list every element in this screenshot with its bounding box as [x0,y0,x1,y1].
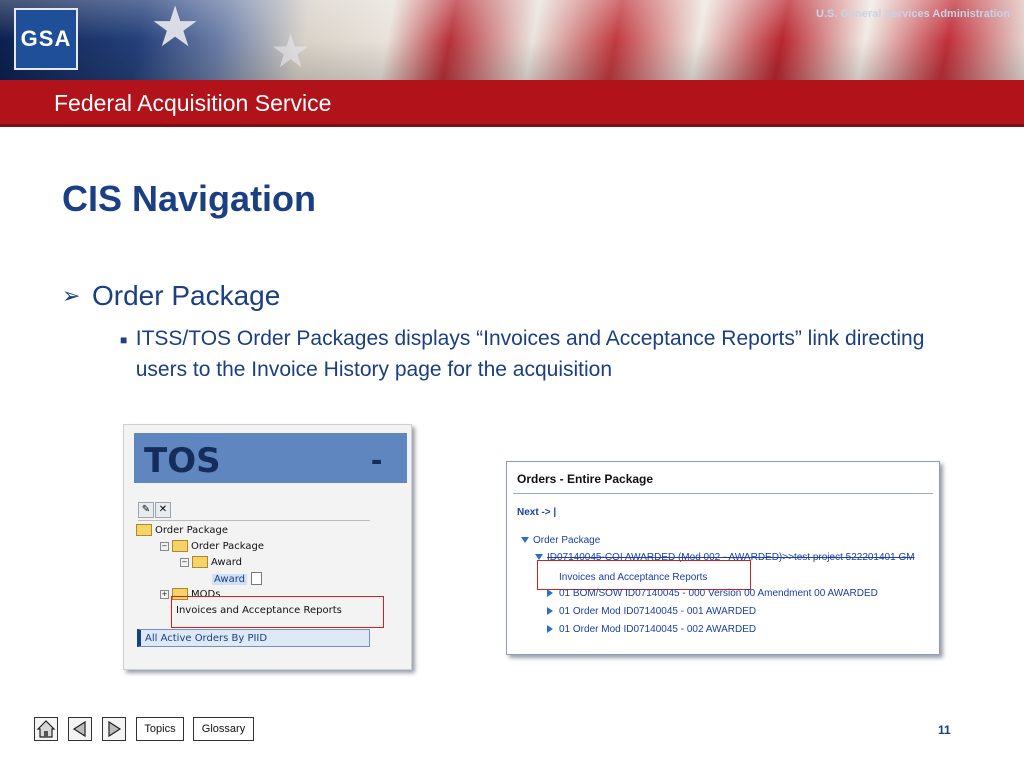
order-package-node[interactable]: Order Package [521,535,600,546]
bullet-text: Order Package [92,280,281,311]
gsa-logo: GSA [14,8,78,70]
star-icon: ★ [270,25,312,77]
prev-arrow-graphic [72,720,86,738]
orders-title: Orders - Entire Package [517,472,654,486]
glossary-button[interactable]: Glossary [193,717,254,741]
tos-dash: - [371,441,383,479]
list-item[interactable]: 01 Order Mod ID07140045 - 002 AWARDED [547,624,756,635]
orders-divider [513,493,933,494]
list-item-label: 01 Order Mod ID07140045 - 002 AWARDED [559,624,757,635]
home-icon-graphic [36,720,56,738]
tos-title: TOS [144,441,221,481]
bullet-order-package: ➢ Order Package [62,280,280,312]
list-item-label: 01 BOM/SOW ID07140045 - 000 Version 00 A… [559,588,878,599]
tree-order-package[interactable]: − Order Package [160,540,264,552]
collapsed-triangle-icon[interactable] [547,589,553,598]
folder-icon [172,540,188,552]
tree-root[interactable]: Order Package [136,524,228,536]
square-bullet-icon: ■ [120,333,128,347]
delete-icon[interactable]: ✕ [155,502,171,518]
active-orders-link[interactable]: All Active Orders By PIID [137,629,370,647]
collapsed-triangle-icon[interactable] [547,625,553,634]
tos-header: TOS - [134,433,407,483]
tree-award[interactable]: − Award [180,556,242,568]
list-item[interactable]: 01 Order Mod ID07140045 - 001 AWARDED [547,606,756,617]
edit-icon[interactable]: ✎ [138,502,154,518]
orders-screenshot: Orders - Entire Package Next -> | Order … [506,461,940,655]
agency-name: U.S. General Services Administration [816,8,1010,20]
folder-icon [192,556,208,568]
collapsed-triangle-icon[interactable] [547,607,553,616]
next-arrow-icon[interactable] [102,717,126,741]
tree-award-selected[interactable]: Award [212,572,263,585]
tree-root-label: Order Package [155,525,229,536]
tree-award-selected-label: Award [212,573,248,585]
expand-icon[interactable]: + [160,589,169,599]
highlight-box [537,560,751,590]
highlight-box [171,596,384,628]
service-bar: Federal Acquisition Service [0,80,1024,127]
list-item-label: 01 Order Mod ID07140045 - 001 AWARDED [559,606,757,617]
sub-bullet-text: ITSS/TOS Order Packages displays “Invoic… [135,327,925,381]
folder-icon [136,524,152,536]
star-icon: ★ [150,0,201,58]
collapse-icon[interactable]: − [160,541,169,551]
home-icon[interactable] [34,717,58,741]
next-arrow-graphic [108,720,122,738]
expand-triangle-icon[interactable] [521,537,529,544]
header-banner: ★ ★ GSA U.S. General Services Administra… [0,0,1024,80]
slide-title: CIS Navigation [62,178,317,219]
tree-award-label: Award [211,557,243,568]
topics-button[interactable]: Topics [136,717,184,741]
list-item[interactable]: 01 BOM/SOW ID07140045 - 000 Version 00 A… [547,588,878,599]
document-icon [251,572,263,585]
tos-screenshot: TOS - ✎ ✕ Order Package − Order Package −… [123,424,412,670]
order-package-label: Order Package [533,535,601,546]
sub-bullet: ■ ITSS/TOS Order Packages displays “Invo… [120,323,970,385]
service-title: Federal Acquisition Service [54,90,332,116]
collapse-icon[interactable]: − [180,557,189,567]
page-number: 11 [938,723,951,737]
tree-order-package-label: Order Package [191,541,265,552]
bullet-arrow-icon: ➢ [62,283,81,308]
next-link[interactable]: Next -> | [517,507,556,518]
prev-arrow-icon[interactable] [68,717,92,741]
toolbar-divider [138,520,370,521]
